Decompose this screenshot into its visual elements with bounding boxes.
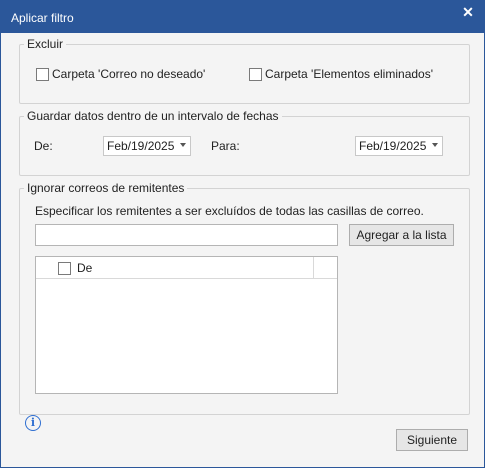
title-bar: Aplicar filtro ✕ — [1, 1, 484, 33]
sender-list-header: De — [36, 257, 337, 279]
checkbox-box[interactable] — [36, 67, 49, 81]
from-column-label: De — [77, 261, 93, 275]
from-date-value: Feb/19/2025 — [107, 139, 175, 153]
chevron-down-icon[interactable] — [432, 143, 438, 147]
exclude-legend: Excluir — [27, 37, 64, 51]
sender-email-input[interactable] — [35, 224, 338, 246]
apply-filter-dialog: Aplicar filtro ✕ Excluir Carpeta 'Correo… — [0, 0, 485, 468]
chevron-down-icon[interactable] — [180, 143, 186, 147]
sender-list[interactable]: De — [35, 256, 338, 394]
next-button[interactable]: Siguiente — [396, 429, 468, 451]
close-icon[interactable]: ✕ — [458, 4, 478, 24]
junk-folder-label: Carpeta 'Correo no deseado' — [52, 67, 206, 81]
date-range-legend: Guardar datos dentro de un intervalo de … — [27, 109, 279, 123]
checkbox-box[interactable] — [249, 67, 262, 81]
deleted-folder-label: Carpeta 'Elementos eliminados' — [265, 67, 433, 81]
dialog-title: Aplicar filtro — [11, 11, 74, 25]
deleted-folder-checkbox[interactable]: Carpeta 'Elementos eliminados' — [249, 67, 433, 81]
ignore-senders-legend: Ignorar correos de remitentes — [27, 181, 185, 195]
from-label: De: — [34, 139, 53, 153]
junk-folder-checkbox[interactable]: Carpeta 'Correo no deseado' — [36, 67, 205, 81]
to-date-picker[interactable]: Feb/19/2025 — [355, 136, 443, 156]
to-date-value: Feb/19/2025 — [359, 139, 427, 153]
to-label: Para: — [211, 139, 240, 153]
select-all-checkbox[interactable] — [58, 262, 71, 275]
info-icon[interactable]: i — [25, 415, 41, 431]
add-to-list-button[interactable]: Agregar a la lista — [349, 224, 454, 246]
ignore-senders-instruction: Especificar los remitentes a ser excluíd… — [35, 204, 424, 218]
from-column-header[interactable]: De — [36, 257, 314, 278]
from-date-picker[interactable]: Feb/19/2025 — [103, 136, 191, 156]
